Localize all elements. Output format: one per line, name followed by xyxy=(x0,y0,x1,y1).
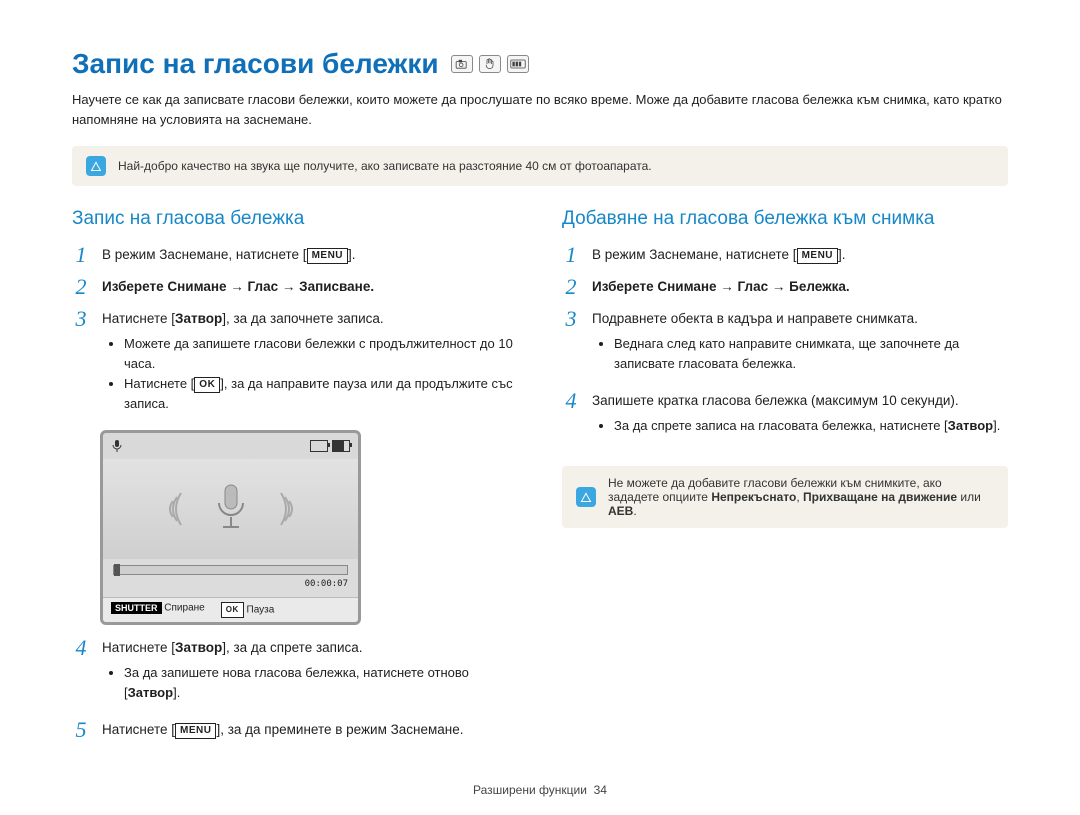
mode-icons xyxy=(451,55,529,73)
sound-wave-left-icon xyxy=(167,489,187,529)
right-column: Добавяне на гласова бележка към снимка 1… xyxy=(562,208,1008,751)
right-section-title: Добавяне на гласова бележка към снимка xyxy=(562,208,1008,230)
right-step-3: 3 Подравнете обекта в кадъра и направете… xyxy=(562,308,1008,380)
step-body: Изберете Снимане → Глас → Бележка. xyxy=(592,276,1008,298)
battery-icon xyxy=(332,440,350,452)
bullet-list: Веднага след като направите снимката, ще… xyxy=(592,334,1008,374)
menu-key: MENU xyxy=(175,723,216,739)
step-number: 3 xyxy=(72,308,90,420)
step-number: 1 xyxy=(72,244,90,266)
mic-small-icon xyxy=(111,439,125,453)
info-icon xyxy=(576,487,596,507)
mic-big-icon xyxy=(207,481,255,537)
shutter-key: SHUTTER xyxy=(111,602,162,614)
step-body: Натиснете [MENU], за да преминете в режи… xyxy=(102,719,518,741)
step-body: Изберете Снимане → Глас → Записване. xyxy=(102,276,518,298)
right-note-text: Не можете да добавите гласови бележки къ… xyxy=(608,476,994,518)
battery-icons xyxy=(310,440,350,452)
step-body: Натиснете [Затвор], за да започнете запи… xyxy=(102,308,518,420)
page-title: Запис на гласови бележки xyxy=(72,48,1008,80)
ok-key: OK xyxy=(194,377,220,393)
info-icon xyxy=(86,156,106,176)
list-item: Натиснете [OK], за да направите пауза ил… xyxy=(124,374,518,414)
step-body: Натиснете [Затвор], за да спрете записа.… xyxy=(102,637,518,709)
list-item: Можете да запишете гласови бележки с про… xyxy=(124,334,518,374)
top-note-text: Най-добро качество на звука ще получите,… xyxy=(118,159,652,173)
step-number: 2 xyxy=(562,276,580,298)
menu-key: MENU xyxy=(307,248,348,264)
recorder-progress: 00:00:07 xyxy=(103,559,358,597)
right-step-4: 4 Запишете кратка гласова бележка (макси… xyxy=(562,390,1008,442)
sound-wave-right-icon xyxy=(275,489,295,529)
intro-paragraph: Научете се как да записвате гласови беле… xyxy=(72,90,1008,130)
recorder-buttons-bar: SHUTTER Спиране OK Пауза xyxy=(103,597,358,622)
left-step-1: 1 В режим Заснемане, натиснете [MENU]. xyxy=(72,244,518,266)
bullet-list: Можете да запишете гласови бележки с про… xyxy=(102,334,518,415)
ok-key: OK xyxy=(221,602,244,618)
left-column: Запис на гласова бележка 1 В режим Засне… xyxy=(72,208,518,751)
left-section-title: Запис на гласова бележка xyxy=(72,208,518,230)
list-item: За да запишете нова гласова бележка, нат… xyxy=(124,663,518,703)
footer-page: 34 xyxy=(594,783,607,797)
right-step-2: 2 Изберете Снимане → Глас → Бележка. xyxy=(562,276,1008,298)
list-item: Веднага след като направите снимката, ще… xyxy=(614,334,1008,374)
step-body: В режим Заснемане, натиснете [MENU]. xyxy=(102,244,518,266)
progress-bar xyxy=(113,565,348,575)
camera-mode-icon xyxy=(451,55,473,73)
step-number: 4 xyxy=(72,637,90,709)
hand-icon xyxy=(479,55,501,73)
top-note-box: Най-добро качество на звука ще получите,… xyxy=(72,146,1008,186)
right-step-1: 1 В режим Заснемане, натиснете [MENU]. xyxy=(562,244,1008,266)
step-number: 5 xyxy=(72,719,90,741)
left-step-3: 3 Натиснете [Затвор], за да започнете за… xyxy=(72,308,518,420)
list-item: За да спрете записа на гласовата бележка… xyxy=(614,416,1008,436)
storage-icon xyxy=(310,440,328,452)
right-note-box: Не можете да добавите гласови бележки къ… xyxy=(562,466,1008,528)
step-number: 1 xyxy=(562,244,580,266)
left-step-5: 5 Натиснете [MENU], за да преминете в ре… xyxy=(72,719,518,741)
step-number: 4 xyxy=(562,390,580,442)
footer-section: Разширени функции xyxy=(473,783,587,797)
recorder-status-bar xyxy=(103,433,358,459)
scene-mode-icon xyxy=(507,55,529,73)
page-footer: Разширени функции 34 xyxy=(0,783,1080,797)
step-number: 3 xyxy=(562,308,580,380)
bullet-list: За да запишете нова гласова бележка, нат… xyxy=(102,663,518,703)
recorder-visual xyxy=(103,459,358,559)
menu-key: MENU xyxy=(797,248,838,264)
step-body: Подравнете обекта в кадъра и направете с… xyxy=(592,308,1008,380)
recorder-time: 00:00:07 xyxy=(113,579,348,589)
left-step-2: 2 Изберете Снимане → Глас → Записване. xyxy=(72,276,518,298)
recorder-screen: 00:00:07 SHUTTER Спиране OK Пауза xyxy=(100,430,361,625)
page-title-text: Запис на гласови бележки xyxy=(72,48,439,80)
step-body: Запишете кратка гласова бележка (максиму… xyxy=(592,390,1008,442)
bullet-list: За да спрете записа на гласовата бележка… xyxy=(592,416,1008,436)
step-number: 2 xyxy=(72,276,90,298)
step-body: В режим Заснемане, натиснете [MENU]. xyxy=(592,244,1008,266)
left-step-4: 4 Натиснете [Затвор], за да спрете запис… xyxy=(72,637,518,709)
